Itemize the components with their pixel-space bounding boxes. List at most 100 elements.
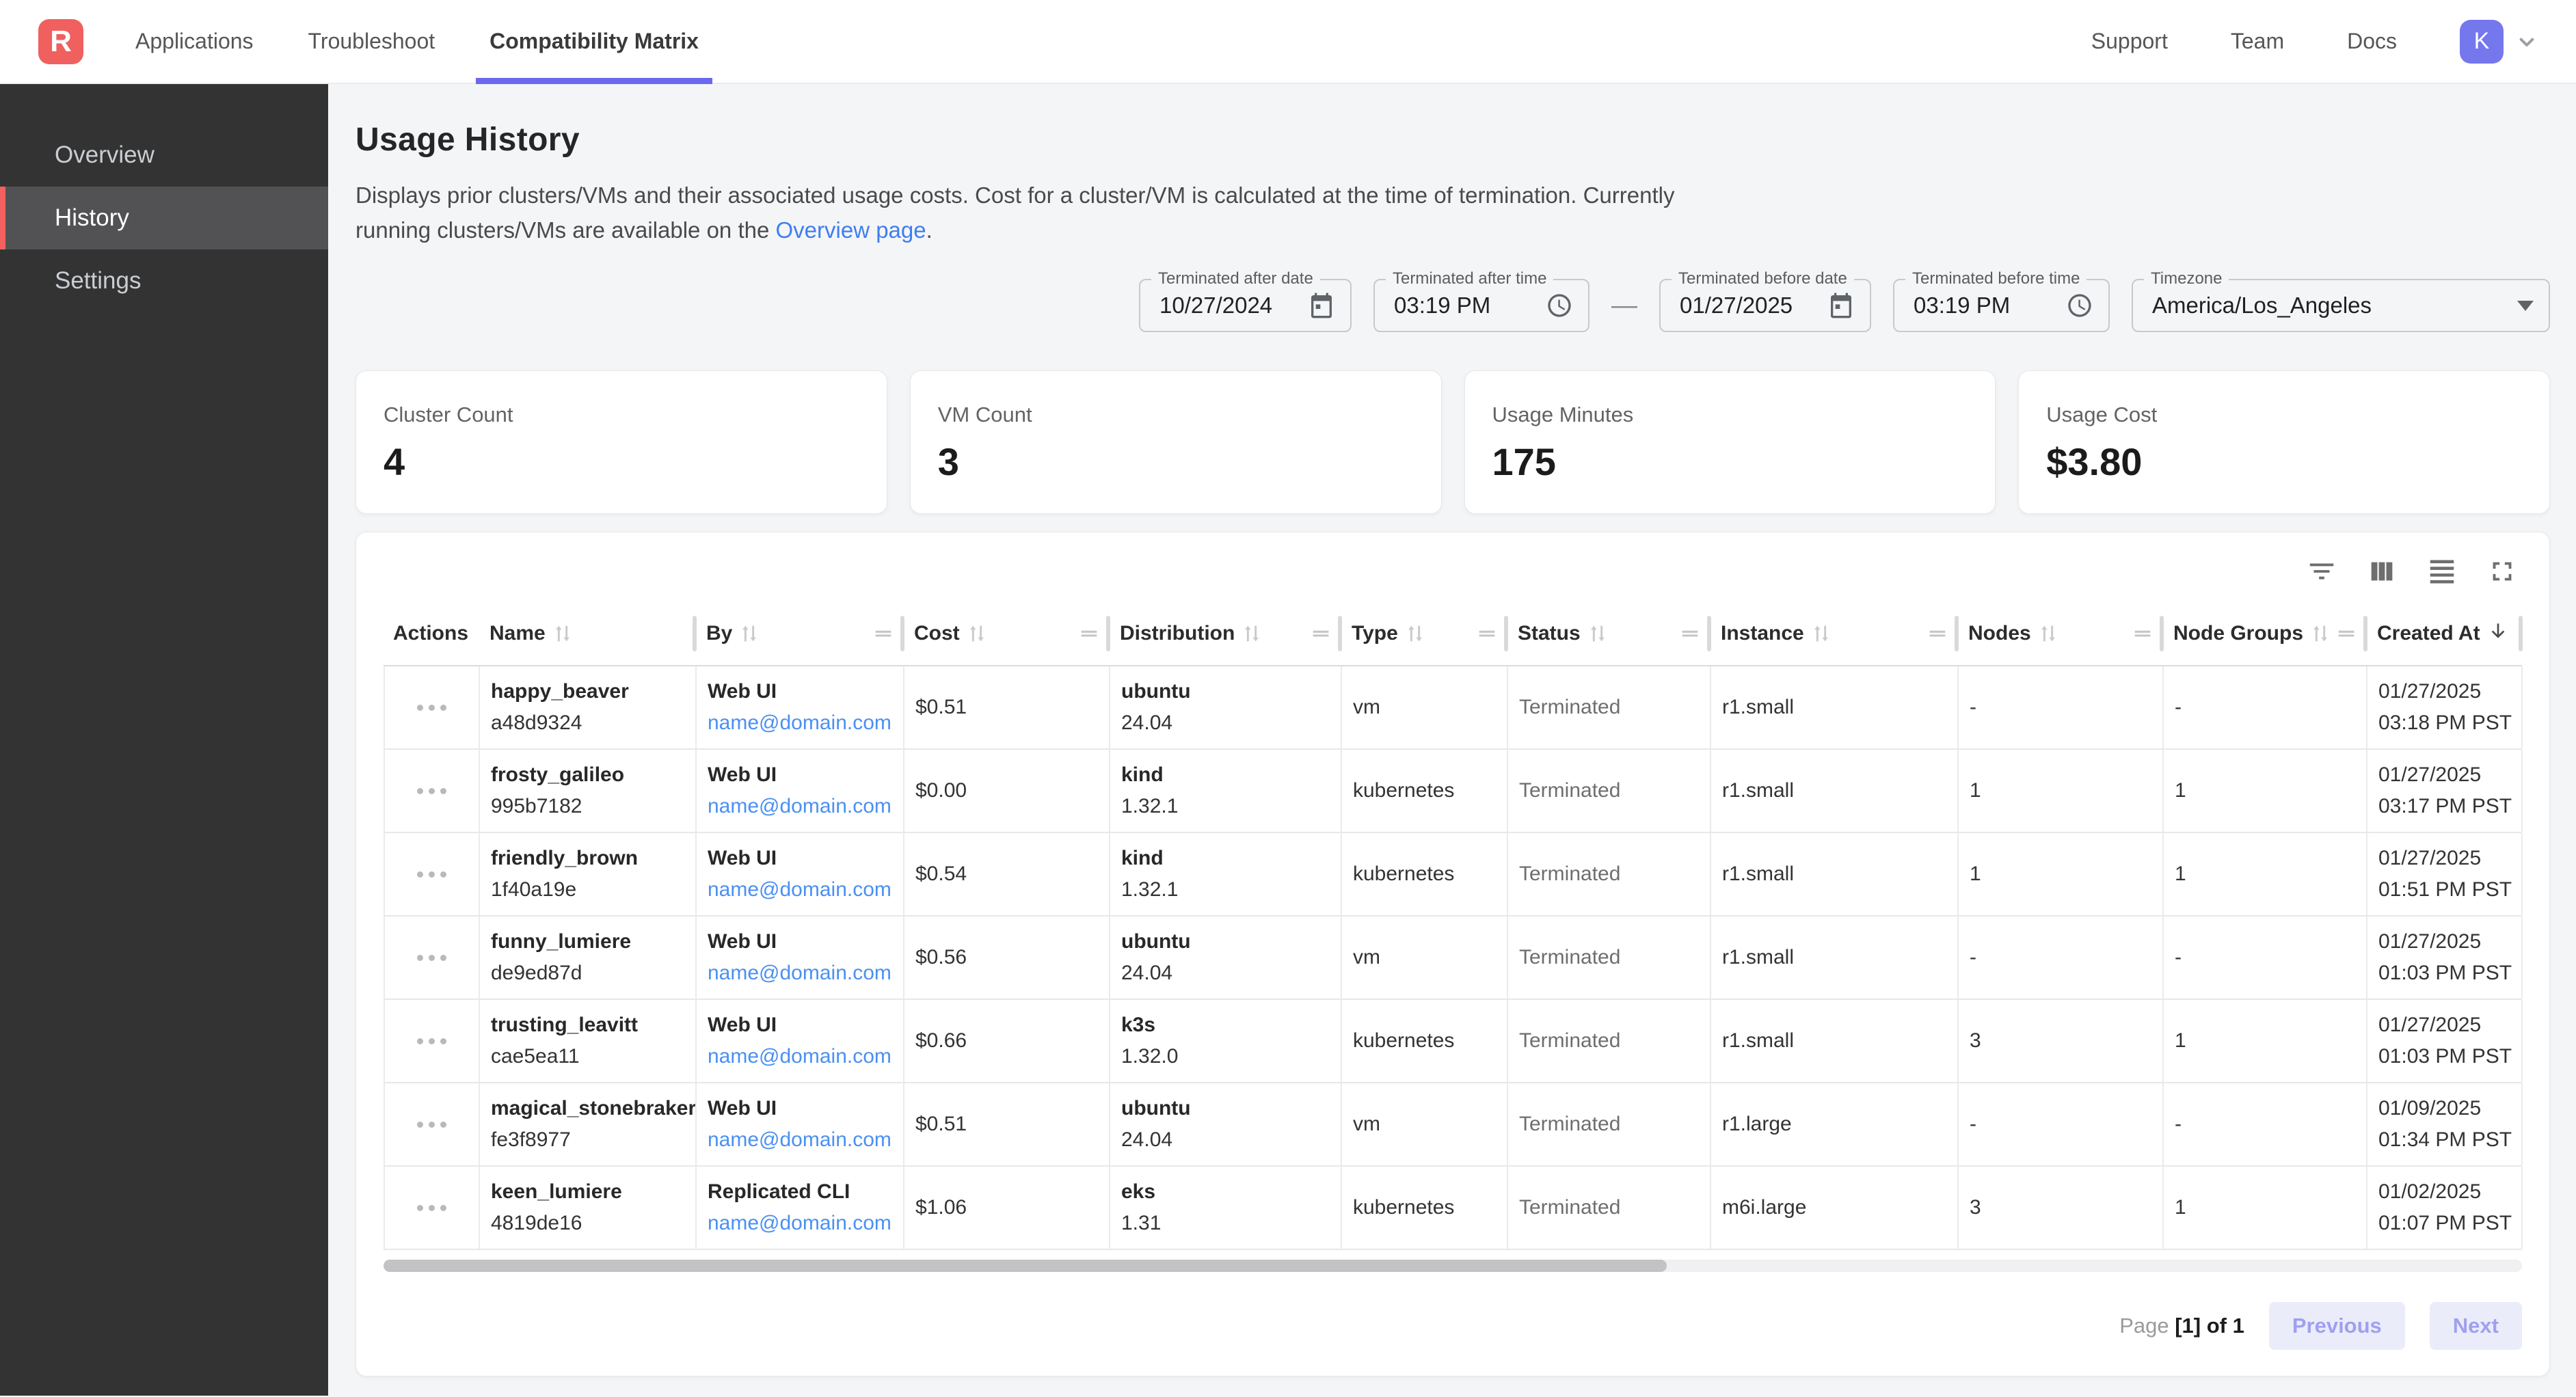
sort-icon[interactable] [2309, 622, 2332, 645]
row-distribution-cell: kind 1.32.1 [1110, 750, 1342, 832]
drag-handle-icon[interactable] [872, 622, 895, 645]
instance-value: r1.small [1722, 946, 1946, 969]
terminated-before-time-field[interactable]: Terminated before time 03:19 PM [1893, 279, 2110, 332]
column-header-by[interactable]: By [697, 602, 904, 665]
column-header-distribution[interactable]: Distribution [1110, 602, 1342, 665]
drag-handle-icon[interactable] [1077, 622, 1101, 645]
nav-tab-applications[interactable]: Applications [122, 0, 267, 83]
avatar[interactable]: K [2460, 20, 2504, 64]
row-actions-menu-icon[interactable] [410, 865, 453, 884]
column-resize-bar[interactable] [2519, 616, 2523, 651]
calendar-icon[interactable] [1827, 292, 1855, 319]
column-header-label: Name [489, 622, 546, 645]
created-by-email-link[interactable]: name@domain.com [708, 795, 892, 818]
previous-page-button[interactable]: Previous [2269, 1302, 2405, 1350]
sort-icon[interactable] [965, 622, 989, 645]
column-header-label: Status [1518, 622, 1581, 645]
sort-icon[interactable] [1240, 622, 1263, 645]
row-distribution-cell: k3s 1.32.0 [1110, 1000, 1342, 1082]
clock-icon[interactable] [2066, 292, 2093, 319]
horizontal-scrollbar-thumb[interactable] [384, 1260, 1667, 1272]
column-header-status[interactable]: Status [1508, 602, 1711, 665]
nav-link-support[interactable]: Support [2091, 29, 2168, 54]
terminated-before-date-field[interactable]: Terminated before date 01/27/2025 [1659, 279, 1871, 332]
row-node-groups-cell: 1 [2164, 1000, 2367, 1082]
nav-link-docs[interactable]: Docs [2347, 29, 2397, 54]
column-header-name[interactable]: Name [480, 602, 697, 665]
sort-icon[interactable] [1404, 622, 1427, 645]
drag-handle-icon[interactable] [1678, 622, 1702, 645]
drag-handle-icon[interactable] [2131, 622, 2154, 645]
cost-value: $0.56 [915, 946, 1098, 969]
drag-handle-icon[interactable] [2335, 622, 2358, 645]
distribution-name: kind [1121, 763, 1330, 787]
row-name-cell: friendly_brown 1f40a19e [480, 833, 697, 915]
row-cost-cell: $0.54 [904, 833, 1110, 915]
nav-tab-troubleshoot[interactable]: Troubleshoot [295, 0, 449, 83]
sidebar-item-settings[interactable]: Settings [0, 249, 328, 312]
stat-card-usage-cost: Usage Cost $3.80 [2018, 370, 2550, 514]
status-value: Terminated [1519, 1029, 1699, 1053]
created-by-email-link[interactable]: name@domain.com [708, 711, 892, 735]
created-by-email-link[interactable]: name@domain.com [708, 878, 892, 901]
dropdown-arrow-icon[interactable] [2517, 301, 2534, 311]
sort-icon[interactable] [551, 622, 574, 645]
fullscreen-icon[interactable] [2486, 556, 2518, 587]
row-actions-menu-icon[interactable] [410, 781, 453, 801]
node-groups-value: 1 [2175, 1029, 2355, 1053]
filter-icon[interactable] [2306, 556, 2337, 587]
nav-tab-compatibility-matrix[interactable]: Compatibility Matrix [476, 0, 712, 83]
columns-icon[interactable] [2366, 556, 2398, 587]
row-actions-menu-icon[interactable] [410, 948, 453, 968]
drag-handle-icon[interactable] [1926, 622, 1949, 645]
timezone-select[interactable]: Timezone America/Los_Angeles [2132, 279, 2550, 332]
drag-handle-icon[interactable] [1475, 622, 1499, 645]
drag-handle-icon[interactable] [1309, 622, 1332, 645]
created-by-email-link[interactable]: name@domain.com [708, 1128, 892, 1152]
created-by-email-link[interactable]: name@domain.com [708, 1212, 892, 1235]
row-actions-menu-icon[interactable] [410, 698, 453, 718]
stat-card-cluster-count: Cluster Count 4 [355, 370, 887, 514]
column-header-cost[interactable]: Cost [904, 602, 1110, 665]
chevron-down-icon [2513, 28, 2540, 55]
terminated-after-date-field[interactable]: Terminated after date 10/27/2024 [1139, 279, 1352, 332]
row-actions-menu-icon[interactable] [410, 1031, 453, 1051]
account-menu[interactable]: K [2460, 20, 2540, 64]
row-instance-cell: r1.large [1711, 1083, 1959, 1165]
row-distribution-cell: kind 1.32.1 [1110, 833, 1342, 915]
created-by-email-link[interactable]: name@domain.com [708, 1045, 892, 1068]
row-actions-menu-icon[interactable] [410, 1198, 453, 1218]
sort-icon[interactable] [738, 622, 761, 645]
column-header-type[interactable]: Type [1342, 602, 1508, 665]
stat-value: $3.80 [2046, 439, 2522, 484]
row-actions-menu-icon[interactable] [410, 1115, 453, 1135]
row-cost-cell: $0.56 [904, 917, 1110, 999]
cluster-id: 1f40a19e [491, 878, 684, 901]
terminated-after-time-value: 03:19 PM [1394, 293, 1490, 318]
calendar-icon[interactable] [1308, 292, 1335, 319]
replicated-logo[interactable]: R [38, 19, 83, 64]
cost-value: $1.06 [915, 1196, 1098, 1219]
next-page-button[interactable]: Next [2430, 1302, 2522, 1350]
column-header-node-groups[interactable]: Node Groups [2164, 602, 2367, 665]
sort-icon[interactable] [2037, 622, 2060, 645]
sidebar-item-overview[interactable]: Overview [0, 124, 328, 187]
nav-link-team[interactable]: Team [2231, 29, 2284, 54]
node-groups-value: 1 [2175, 779, 2355, 802]
column-header-created-at[interactable]: Created At [2367, 602, 2523, 665]
created-by-email-link[interactable]: name@domain.com [708, 962, 892, 985]
column-header-nodes[interactable]: Nodes [1959, 602, 2164, 665]
row-status-cell: Terminated [1508, 750, 1711, 832]
column-header-instance[interactable]: Instance [1711, 602, 1959, 665]
sidebar-item-history[interactable]: History [0, 187, 328, 249]
overview-page-link[interactable]: Overview page [776, 217, 926, 243]
terminated-after-time-field[interactable]: Terminated after time 03:19 PM [1373, 279, 1589, 332]
row-name-cell: magical_stonebraker fe3f8977 [480, 1083, 697, 1165]
sort-desc-arrow-icon[interactable] [2480, 620, 2509, 647]
sort-icon[interactable] [1586, 622, 1609, 645]
horizontal-scrollbar-track[interactable] [384, 1260, 2522, 1272]
sort-icon[interactable] [1810, 622, 1833, 645]
column-header-label: Created At [2377, 622, 2480, 645]
density-icon[interactable] [2426, 556, 2458, 587]
clock-icon[interactable] [1546, 292, 1573, 319]
